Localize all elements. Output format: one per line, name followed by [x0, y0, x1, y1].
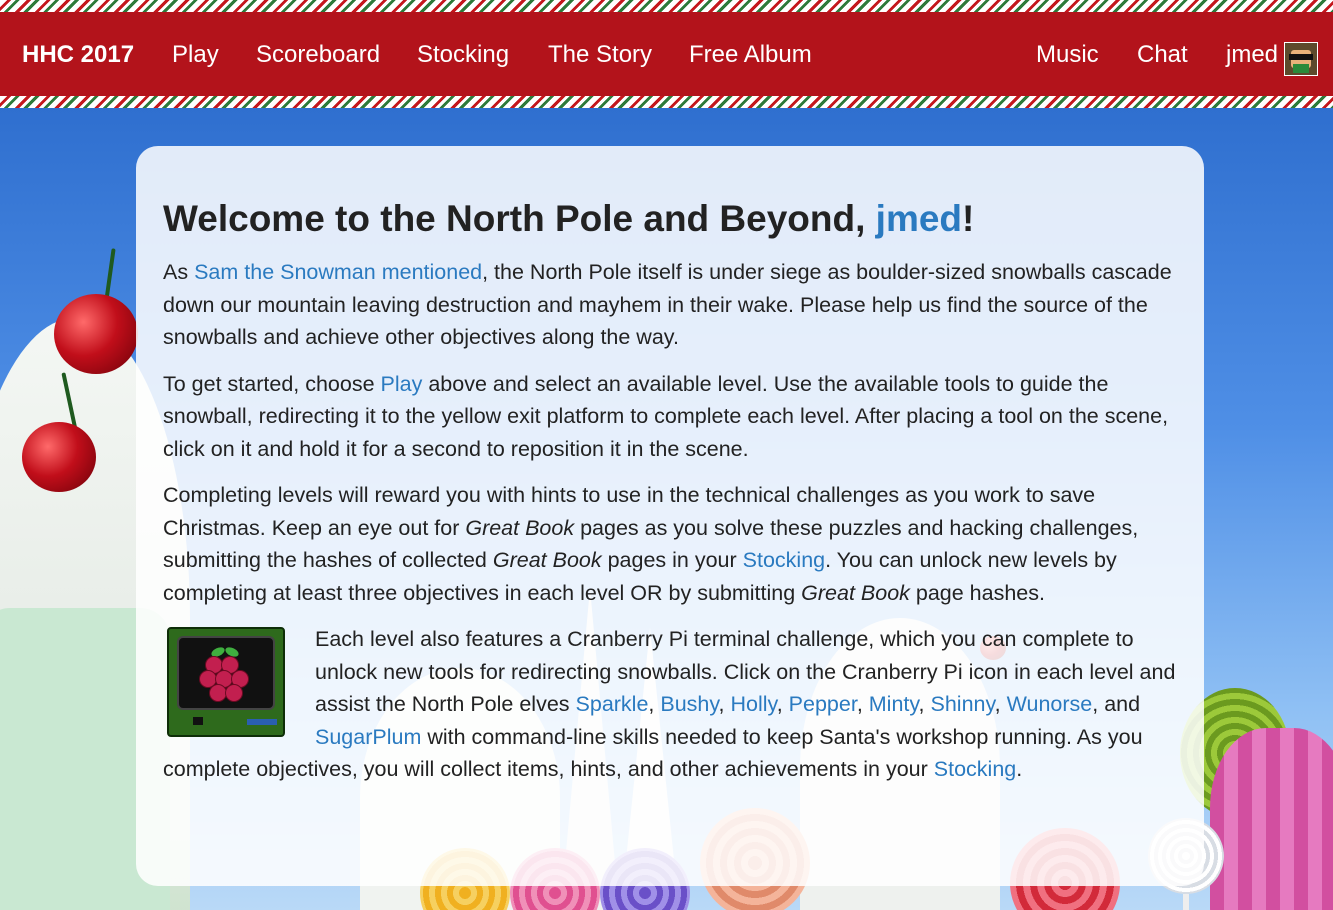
page-title: Welcome to the North Pole and Beyond, jm…	[163, 198, 975, 239]
cherry-lower	[22, 422, 96, 492]
levels-paragraph: Completing levels will reward you with h…	[163, 483, 1139, 605]
elf-link-pepper[interactable]: Pepper	[789, 692, 857, 716]
stocking-link[interactable]: Stocking	[743, 548, 825, 572]
candy-cane-border-bottom	[0, 96, 1333, 108]
user-avatar-icon[interactable]	[1284, 42, 1318, 76]
stocking-link-bottom[interactable]: Stocking	[934, 757, 1016, 781]
elf-link-sugarplum[interactable]: SugarPlum	[315, 725, 421, 749]
title-user-link[interactable]: jmed	[876, 198, 962, 239]
elf-link-holly[interactable]: Holly	[731, 692, 777, 716]
brand-link[interactable]: HHC 2017	[22, 12, 134, 96]
candy-cane-border-top	[0, 0, 1333, 12]
lollipop-stick	[1183, 894, 1189, 910]
cranberry-pi-terminal-icon	[167, 627, 285, 737]
nav-scoreboard[interactable]: Scoreboard	[256, 12, 380, 96]
welcome-panel: Welcome to the North Pole and Beyond, jm…	[136, 146, 1204, 886]
intro-paragraph: As Sam the Snowman mentioned, the North …	[163, 260, 1172, 349]
pink-jelly-candy	[1210, 728, 1333, 910]
nav-user-menu[interactable]: jmed	[1226, 12, 1278, 96]
nav-free-album[interactable]: Free Album	[689, 12, 812, 96]
elf-link-wunorse[interactable]: Wunorse	[1007, 692, 1093, 716]
nav-music[interactable]: Music	[1036, 12, 1099, 96]
cranberry-pi-paragraph: Each level also features a Cranberry Pi …	[163, 627, 1176, 781]
nav-chat[interactable]: Chat	[1137, 12, 1188, 96]
nav-stocking[interactable]: Stocking	[417, 12, 509, 96]
sam-the-snowman-link[interactable]: Sam the Snowman mentioned	[194, 260, 482, 284]
nav-play[interactable]: Play	[172, 12, 219, 96]
play-link[interactable]: Play	[381, 372, 423, 396]
cherry-top	[54, 294, 138, 374]
getting-started-paragraph: To get started, choose Play above and se…	[163, 371, 1169, 461]
elf-link-sparkle[interactable]: Sparkle	[576, 692, 649, 716]
top-navbar: HHC 2017 Play Scoreboard Stocking The St…	[0, 12, 1333, 96]
elf-link-shinny[interactable]: Shinny	[931, 692, 995, 716]
elf-link-bushy[interactable]: Bushy	[660, 692, 718, 716]
elf-link-minty[interactable]: Minty	[869, 692, 919, 716]
nav-the-story[interactable]: The Story	[548, 12, 652, 96]
